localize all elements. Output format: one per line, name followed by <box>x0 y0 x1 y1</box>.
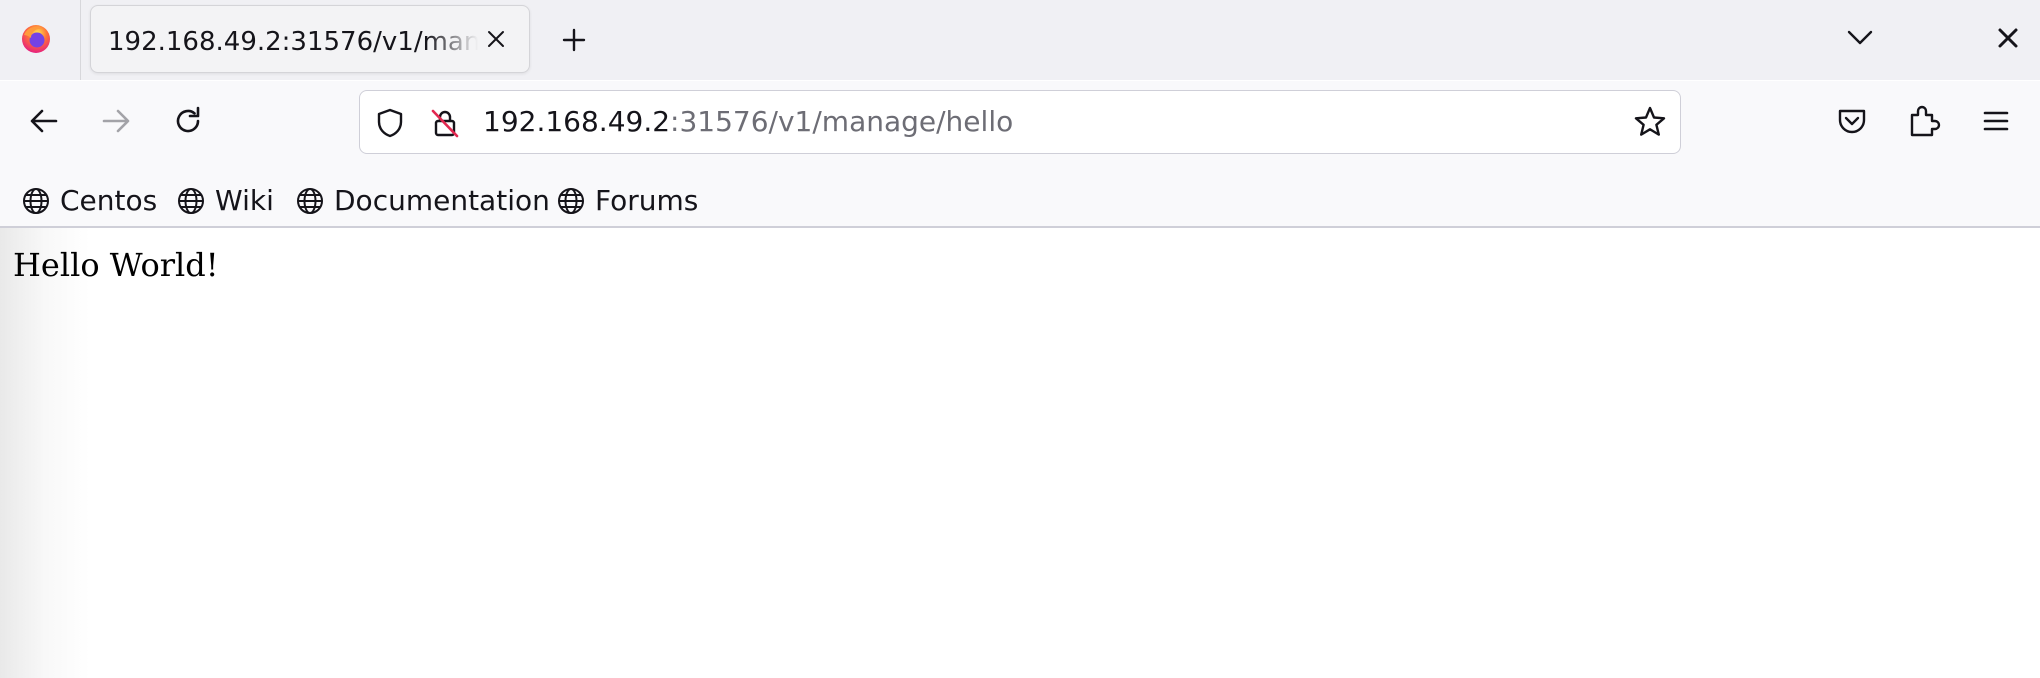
bookmark-label: Forums <box>595 184 699 217</box>
tab-divider <box>80 0 81 80</box>
url-bar[interactable]: 192.168.49.2:31576/v1/manage/hello <box>359 90 1681 154</box>
firefox-logo-icon <box>20 23 52 55</box>
bookmarks-toolbar: Centos Wiki Documentation Forums <box>0 172 2040 228</box>
pocket-icon <box>1838 109 1866 134</box>
globe-icon <box>178 188 204 214</box>
tracking-protection-shield-icon[interactable] <box>374 107 406 139</box>
page-content: Hello World! <box>0 228 2040 678</box>
globe-icon <box>23 188 49 214</box>
insecure-lock-icon[interactable] <box>429 107 461 139</box>
star-icon[interactable] <box>1633 105 1667 139</box>
forward-arrow-icon <box>102 109 130 133</box>
list-all-tabs-button[interactable] <box>1845 22 1875 52</box>
app-menu-button[interactable] <box>1978 103 2014 139</box>
forward-button[interactable] <box>98 103 134 139</box>
url-path: :31576/v1/manage/hello <box>670 105 1014 138</box>
bookmark-label: Wiki <box>215 184 274 217</box>
page-text: Hello World! <box>13 246 219 284</box>
reload-icon <box>176 106 200 133</box>
chevron-down-icon <box>1847 30 1873 45</box>
content-edge-shadow <box>0 228 90 678</box>
url-text[interactable]: 192.168.49.2:31576/v1/manage/hello <box>483 105 1013 139</box>
browser-window: 192.168.49.2:31576/v1/manage/hello <box>0 0 2040 678</box>
window-close-button[interactable] <box>1996 26 2020 50</box>
new-tab-button[interactable] <box>556 22 592 58</box>
tab-strip: 192.168.49.2:31576/v1/manage/hello <box>0 0 2040 80</box>
back-button[interactable] <box>26 103 62 139</box>
globe-icon <box>297 188 323 214</box>
hamburger-menu-icon <box>1983 111 2009 131</box>
active-tab[interactable]: 192.168.49.2:31576/v1/manage/hello <box>90 5 530 73</box>
reload-button[interactable] <box>170 103 206 139</box>
puzzle-piece-icon <box>1910 105 1941 137</box>
bookmark-label: Documentation <box>334 184 550 217</box>
pocket-button[interactable] <box>1834 103 1870 139</box>
close-icon[interactable] <box>485 28 507 50</box>
extensions-button[interactable] <box>1906 103 1942 139</box>
back-arrow-icon <box>30 109 58 133</box>
tab-title: 192.168.49.2:31576/v1/manage/hello <box>108 27 478 57</box>
plus-icon <box>562 28 586 52</box>
close-icon <box>1998 28 2018 48</box>
url-host: 192.168.49.2 <box>483 105 671 138</box>
globe-icon <box>558 188 584 214</box>
bookmark-label: Centos <box>60 184 158 217</box>
navigation-toolbar: 192.168.49.2:31576/v1/manage/hello Cento… <box>0 81 2040 245</box>
